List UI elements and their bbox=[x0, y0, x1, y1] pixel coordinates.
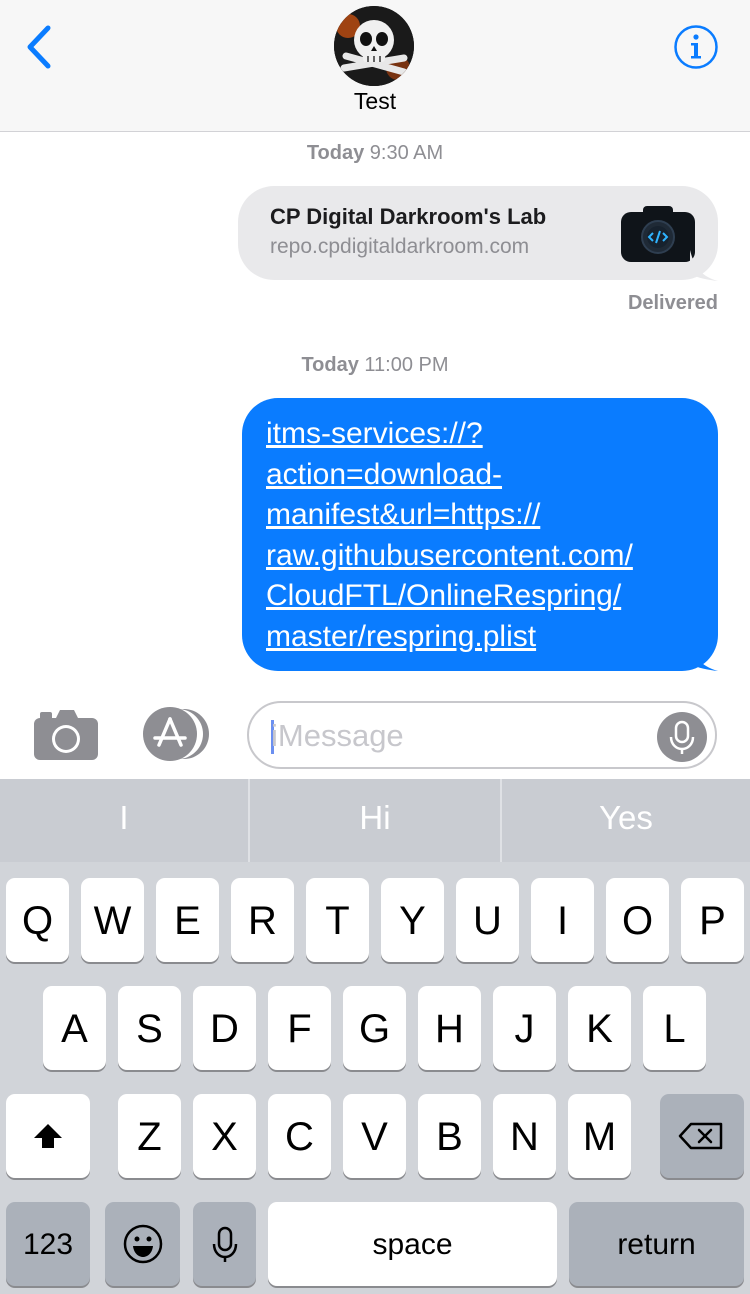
link-preview-url: repo.cpdigitaldarkroom.com bbox=[270, 235, 530, 258]
chevron-left-icon bbox=[27, 25, 51, 69]
skull-avatar-icon bbox=[334, 6, 414, 86]
key-j[interactable]: J bbox=[493, 986, 556, 1070]
key-h[interactable]: H bbox=[418, 986, 481, 1070]
contact-avatar[interactable] bbox=[334, 6, 414, 86]
key-r[interactable]: R bbox=[231, 878, 294, 962]
delivery-status: Delivered bbox=[627, 292, 718, 314]
message-placeholder: iMessage bbox=[271, 718, 404, 753]
timestamp: Today 9:30 AM bbox=[0, 142, 750, 165]
conversation-header: Test bbox=[0, 0, 750, 132]
key-v[interactable]: V bbox=[343, 1094, 406, 1178]
key-a[interactable]: A bbox=[43, 986, 106, 1070]
shift-arrow-icon bbox=[34, 1124, 62, 1148]
shift-key[interactable] bbox=[6, 1094, 90, 1178]
timestamp: Today 11:00 PM bbox=[0, 354, 750, 377]
numbers-key[interactable]: 123 bbox=[6, 1202, 90, 1286]
return-key[interactable]: return bbox=[569, 1202, 744, 1286]
back-button[interactable] bbox=[18, 22, 62, 72]
key-g[interactable]: G bbox=[343, 986, 406, 1070]
space-key[interactable]: space bbox=[268, 1202, 557, 1286]
key-z[interactable]: Z bbox=[118, 1094, 181, 1178]
camera-icon bbox=[34, 710, 98, 760]
timestamp-day: Today bbox=[301, 354, 359, 376]
contact-name[interactable]: Test bbox=[0, 88, 750, 115]
prediction-3[interactable]: Yes bbox=[502, 779, 750, 862]
key-s[interactable]: S bbox=[118, 986, 181, 1070]
key-o[interactable]: O bbox=[606, 878, 669, 962]
dictation-key[interactable] bbox=[193, 1202, 256, 1286]
microphone-icon bbox=[212, 1226, 237, 1262]
timestamp-day: Today bbox=[306, 142, 365, 164]
key-t[interactable]: T bbox=[306, 878, 369, 962]
info-icon bbox=[674, 25, 718, 69]
predictive-bar: I Hi Yes bbox=[0, 779, 750, 862]
key-w[interactable]: W bbox=[81, 878, 144, 962]
info-button[interactable] bbox=[673, 24, 719, 70]
sent-message-link[interactable]: itms-services://? action=download- manif… bbox=[266, 414, 706, 658]
key-p[interactable]: P bbox=[681, 878, 744, 962]
prediction-2[interactable]: Hi bbox=[250, 779, 500, 862]
delete-key[interactable] bbox=[660, 1094, 744, 1178]
timestamp-time: 9:30 AM bbox=[369, 142, 444, 164]
dictation-button[interactable] bbox=[657, 712, 707, 762]
emoji-icon bbox=[123, 1224, 162, 1264]
key-n[interactable]: N bbox=[493, 1094, 556, 1178]
key-y[interactable]: Y bbox=[381, 878, 444, 962]
key-d[interactable]: D bbox=[193, 986, 256, 1070]
key-m[interactable]: M bbox=[568, 1094, 631, 1178]
backspace-icon bbox=[678, 1122, 723, 1150]
link-preview-thumbnail bbox=[621, 206, 695, 262]
keyboard: I Hi Yes Q W E R T Y U I O P A S D F G H… bbox=[0, 779, 750, 1294]
message-input[interactable]: iMessage bbox=[247, 701, 717, 769]
key-i[interactable]: I bbox=[531, 878, 594, 962]
camera-code-icon bbox=[621, 206, 695, 262]
emoji-key[interactable] bbox=[105, 1202, 180, 1286]
key-l[interactable]: L bbox=[643, 986, 706, 1070]
key-b[interactable]: B bbox=[418, 1094, 481, 1178]
bubble-tail bbox=[690, 250, 718, 281]
prediction-1[interactable]: I bbox=[0, 779, 248, 862]
sent-message-bubble[interactable]: itms-services://? action=download- manif… bbox=[242, 398, 718, 671]
app-store-icon bbox=[143, 707, 209, 761]
key-k[interactable]: K bbox=[568, 986, 631, 1070]
key-q[interactable]: Q bbox=[6, 878, 69, 962]
timestamp-time: 11:00 PM bbox=[364, 354, 449, 376]
link-preview-title: CP Digital Darkroom's Lab bbox=[270, 204, 547, 229]
key-u[interactable]: U bbox=[456, 878, 519, 962]
camera-button[interactable] bbox=[32, 706, 100, 762]
app-store-button[interactable] bbox=[140, 707, 212, 761]
microphone-icon bbox=[669, 720, 695, 754]
key-c[interactable]: C bbox=[268, 1094, 331, 1178]
bubble-tail bbox=[690, 640, 718, 671]
key-f[interactable]: F bbox=[268, 986, 331, 1070]
key-x[interactable]: X bbox=[193, 1094, 256, 1178]
link-preview-bubble[interactable]: CP Digital Darkroom's Lab repo.cpdigital… bbox=[238, 186, 718, 280]
key-e[interactable]: E bbox=[156, 878, 219, 962]
